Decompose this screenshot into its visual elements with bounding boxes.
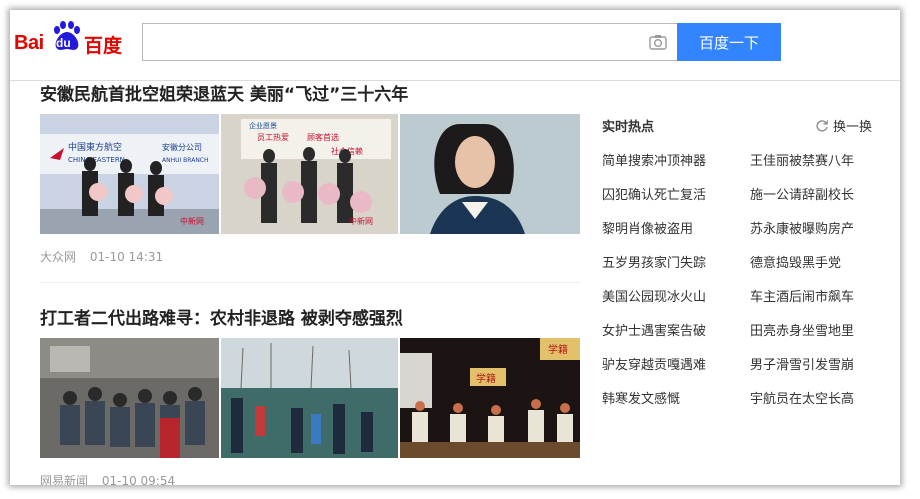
news-images[interactable]: 中国東方航空 安徽分公司 CHINA EASTERN ANHUI BRANCH [40, 114, 580, 234]
hot-title: 实时热点 [602, 120, 655, 135]
divider [40, 282, 580, 283]
hot-item[interactable]: 美国公园现冰火山 [602, 286, 706, 305]
news-image[interactable]: 学籍 学籍 [400, 338, 580, 458]
news-title[interactable]: 打工者二代出路难寻：农村非退路 被剥夺感强烈 [40, 304, 580, 329]
photo-schoolyard [221, 338, 398, 458]
baidu-logo[interactable]: Bai du 百度 [14, 20, 124, 57]
news-source: 大众网 [40, 250, 77, 264]
hot-item[interactable]: 男子滑雪引发雪崩 [750, 354, 854, 373]
hot-item[interactable]: 韩寒发文感慨 [602, 388, 680, 407]
news-image[interactable]: 中国東方航空 安徽分公司 CHINA EASTERN ANHUI BRANCH [40, 114, 219, 234]
news-image[interactable] [221, 338, 398, 458]
photo-ceremony: 企业愿景 员工热爱 顾客首选 社会信赖 中新网 [221, 114, 398, 234]
svg-text:ANHUI BRANCH: ANHUI BRANCH [162, 157, 209, 164]
header: Bai du 百度 百度一下 [10, 10, 900, 81]
hot-item[interactable]: 黎明肖像被盗用 [602, 218, 693, 237]
news-source: 网易新闻 [40, 474, 89, 485]
hot-item[interactable]: 田亮赤身坐雪地里 [750, 320, 854, 339]
svg-text:CHINA EASTERN: CHINA EASTERN [68, 156, 125, 164]
logo-latin: Bai [14, 32, 44, 54]
logo-du: du [56, 36, 71, 50]
news-item: 打工者二代出路难寻：农村非退路 被剥夺感强烈 学籍 学籍 网易新闻 01-10 … [40, 304, 580, 485]
search-button[interactable]: 百度一下 [677, 23, 781, 61]
svg-text:学籍: 学籍 [548, 343, 568, 356]
photo-flight-attendants: 中国東方航空 安徽分公司 CHINA EASTERN ANHUI BRANCH [40, 114, 219, 234]
svg-text:中国東方航空: 中国東方航空 [68, 141, 122, 153]
news-images[interactable]: 学籍 学籍 [40, 338, 580, 458]
news-item: 安徽民航首批空姐荣退蓝天 美丽“飞过”三十六年 中国東方航空 安徽分公司 CHI… [40, 80, 580, 283]
hot-item[interactable]: 驴友穿越贡嘎遇难 [602, 354, 706, 373]
news-meta: 网易新闻 01-10 09:54 [40, 472, 185, 485]
browser-viewport: Bai du 百度 百度一下 安徽民航首批空姐荣退蓝天 美丽“飞过”三十六年 中… [10, 10, 900, 485]
svg-text:顾客首选: 顾客首选 [307, 132, 339, 142]
news-image[interactable] [40, 338, 219, 458]
photo-portrait [400, 114, 580, 234]
svg-text:安徽分公司: 安徽分公司 [162, 142, 202, 152]
search-box [142, 23, 678, 61]
hot-header: 实时热点 换一换 [602, 114, 882, 138]
svg-text:学籍: 学籍 [476, 372, 496, 385]
refresh-button[interactable]: 换一换 [815, 116, 872, 135]
hot-item[interactable]: 五岁男孩家门失踪 [602, 252, 706, 271]
hot-item[interactable]: 施一公请辞副校长 [750, 184, 854, 203]
hot-item[interactable]: 苏永康被曝购房产 [750, 218, 854, 237]
refresh-label: 换一换 [832, 120, 872, 135]
news-time: 01-10 14:31 [89, 250, 164, 264]
logo-chinese: 百度 [84, 35, 123, 57]
svg-text:员工热爱: 员工热爱 [257, 132, 289, 142]
hot-item[interactable]: 女护士遇害案告破 [602, 320, 706, 339]
photo-workers-room [40, 338, 219, 458]
hot-item[interactable]: 车主酒后闹市飙车 [750, 286, 854, 305]
hot-item[interactable]: 囚犯确认死亡复活 [602, 184, 706, 203]
hot-panel: 实时热点 换一换 简单搜索冲顶神器 王佳丽被禁赛八年囚犯确认死亡复活 施一公请辞副校… [602, 114, 882, 407]
news-meta: 大众网 01-10 14:31 [40, 248, 173, 265]
camera-icon[interactable] [649, 34, 667, 50]
svg-text:中新网: 中新网 [349, 216, 373, 226]
search-input[interactable] [143, 24, 649, 60]
refresh-icon [816, 119, 829, 132]
hot-item[interactable]: 简单搜索冲顶神器 [602, 150, 706, 169]
hot-item[interactable]: 宇航员在太空长高 [750, 388, 854, 407]
news-title[interactable]: 安徽民航首批空姐荣退蓝天 美丽“飞过”三十六年 [40, 80, 580, 105]
hot-item[interactable]: 王佳丽被禁赛八年 [750, 150, 854, 169]
news-image[interactable]: 企业愿景 员工热爱 顾客首选 社会信赖 中新网 [221, 114, 398, 234]
news-time: 01-10 09:54 [101, 474, 176, 485]
svg-text:中新网: 中新网 [180, 216, 204, 226]
hot-item[interactable]: 德意捣毁黑手党 [750, 252, 841, 271]
news-image[interactable] [400, 114, 580, 234]
svg-text:企业愿景: 企业愿景 [249, 121, 277, 130]
photo-stage: 学籍 学籍 [400, 338, 580, 458]
